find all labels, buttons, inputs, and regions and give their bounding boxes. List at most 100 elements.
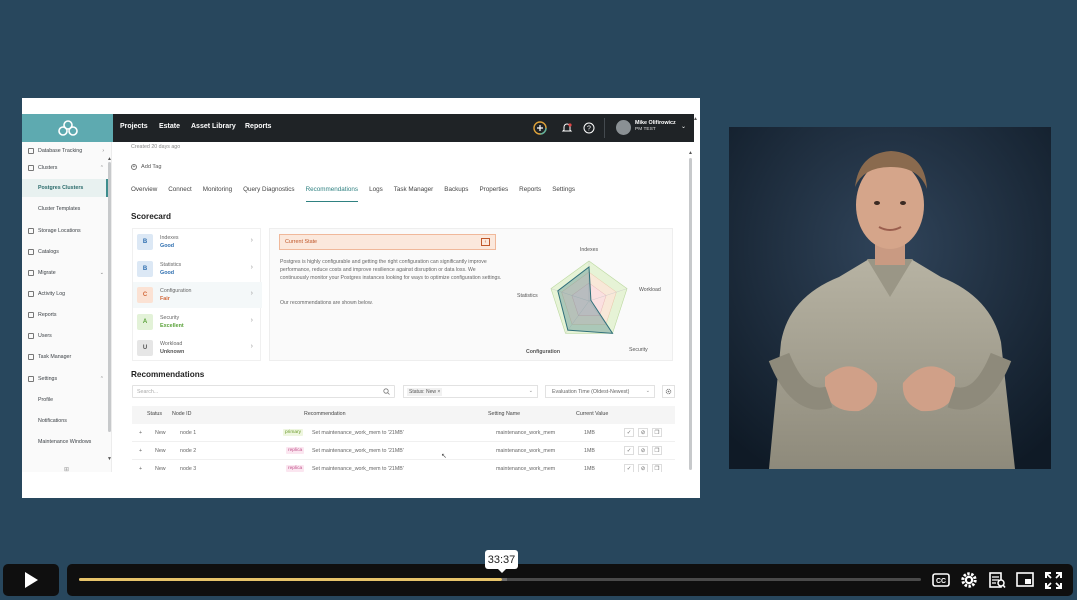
play-button[interactable] bbox=[3, 564, 59, 596]
sidebar-item-cluster-templates[interactable]: Cluster Templates bbox=[22, 200, 108, 218]
sidebar-item-settings[interactable]: Settings ⌃ bbox=[22, 370, 108, 388]
row-node-id: node 3 bbox=[180, 466, 197, 472]
chevron-down-icon[interactable]: ⌄ bbox=[681, 123, 686, 130]
apply-check-icon[interactable]: ✓ bbox=[624, 464, 634, 472]
tab-monitoring[interactable]: Monitoring bbox=[203, 186, 232, 202]
expand-row-icon[interactable]: + bbox=[139, 448, 142, 454]
transcript-icon[interactable] bbox=[987, 570, 1007, 590]
help-icon[interactable]: ? bbox=[582, 121, 596, 135]
col-status[interactable]: Status bbox=[147, 411, 162, 417]
chevron-up-icon: ⌃ bbox=[99, 376, 104, 382]
add-tag-button[interactable]: + Add Tag bbox=[131, 164, 161, 170]
activity-icon bbox=[28, 291, 34, 297]
chevron-down-icon: ⌄ bbox=[99, 270, 104, 276]
sidebar-item-storage-locations[interactable]: Storage Locations bbox=[22, 222, 108, 240]
row-recommendation: Set maintenance_work_mem to '21MB' bbox=[312, 430, 404, 436]
sidebar-item-notifications[interactable]: Notifications bbox=[22, 412, 108, 430]
scroll-up-arrow-icon[interactable]: ▲ bbox=[688, 150, 693, 156]
search-input[interactable]: Search... bbox=[132, 385, 395, 398]
tab-connect[interactable]: Connect bbox=[168, 186, 191, 202]
dismiss-icon[interactable]: ⊘ bbox=[638, 446, 648, 455]
nav-reports[interactable]: Reports bbox=[245, 123, 271, 130]
expand-row-icon[interactable]: + bbox=[139, 430, 142, 436]
scroll-down-arrow-icon[interactable]: ▼ bbox=[107, 456, 111, 462]
nav-estate[interactable]: Estate bbox=[159, 123, 180, 130]
nav-projects[interactable]: Projects bbox=[120, 123, 148, 130]
evaluation-time-sort-select[interactable]: Evaluation Time (Oldest-Newest) ⌄ bbox=[545, 385, 655, 398]
radar-label: Statistics bbox=[517, 293, 538, 299]
sidebar-scrollbar[interactable] bbox=[108, 162, 111, 432]
collapse-sidebar-icon[interactable]: ⊞ bbox=[64, 466, 69, 472]
presenter-webcam-video bbox=[729, 127, 1051, 469]
nav-asset-library[interactable]: Asset Library bbox=[191, 123, 236, 130]
col-node-id[interactable]: Node ID bbox=[172, 411, 191, 417]
copy-icon[interactable]: ❐ bbox=[652, 428, 662, 437]
sidebar-item-label: Profile bbox=[38, 397, 54, 403]
sidebar-item-catalogs[interactable]: Catalogs bbox=[22, 243, 108, 261]
sidebar-item-users[interactable]: Users bbox=[22, 327, 108, 345]
tab-settings[interactable]: Settings bbox=[552, 186, 575, 202]
tab-logs[interactable]: Logs bbox=[369, 186, 383, 202]
gear-icon[interactable] bbox=[959, 570, 979, 590]
dismiss-icon[interactable]: ⊘ bbox=[638, 464, 648, 472]
presenter-image bbox=[729, 127, 1051, 469]
tab-task-manager[interactable]: Task Manager bbox=[394, 186, 434, 202]
ai-assistant-icon[interactable] bbox=[533, 121, 547, 135]
col-current-value[interactable]: Current Value bbox=[576, 411, 608, 417]
current-state-banner: Current State ‹ bbox=[279, 234, 496, 250]
avatar[interactable] bbox=[616, 120, 631, 135]
scorecard-item-indexes[interactable]: B Indexes Good › bbox=[133, 229, 262, 255]
expand-row-icon[interactable]: + bbox=[139, 466, 142, 472]
dismiss-icon[interactable]: ⊘ bbox=[638, 428, 648, 437]
node-role-badge: primary bbox=[283, 429, 303, 436]
apply-check-icon[interactable]: ✓ bbox=[624, 446, 634, 455]
scorecard-item-configuration[interactable]: C Configuration Fair › bbox=[133, 282, 262, 309]
status-filter-chip[interactable]: Status: New × bbox=[407, 388, 443, 396]
table-row[interactable]: + New node 3 replica Set maintenance_work_me… bbox=[132, 460, 675, 472]
sidebar-item-activity-log[interactable]: Activity Log bbox=[22, 285, 108, 303]
col-setting-name[interactable]: Setting Name bbox=[488, 411, 520, 417]
sidebar-item-migrate[interactable]: Migrate ⌄ bbox=[22, 264, 108, 282]
copy-icon[interactable]: ❐ bbox=[652, 446, 662, 455]
sidebar-item-clusters[interactable]: Clusters ⌃ bbox=[22, 159, 108, 177]
fullscreen-icon[interactable] bbox=[1043, 570, 1063, 590]
sidebar-item-database-tracking[interactable]: Database Tracking › bbox=[22, 142, 108, 160]
tab-overview[interactable]: Overview bbox=[131, 186, 157, 202]
sidebar-item-label: Cluster Templates bbox=[38, 206, 81, 212]
tab-query-diagnostics[interactable]: Query Diagnostics bbox=[243, 186, 294, 202]
table-row[interactable]: + New node 2 replica Set maintenance_work_me… bbox=[132, 442, 675, 460]
row-status: New bbox=[155, 466, 166, 472]
sidebar-item-maintenance-windows[interactable]: Maintenance Windows bbox=[22, 433, 108, 451]
tab-recommendations[interactable]: Recommendations bbox=[305, 186, 359, 202]
configuration-description: Postgres is highly configurable and gett… bbox=[280, 259, 502, 281]
scorecard-list: B Indexes Good › B Statistics Good › C Configurat… bbox=[132, 228, 262, 361]
scorecard-item-statistics[interactable]: B Statistics Good › bbox=[133, 256, 262, 282]
status-filter-select[interactable]: Status: New × ⌄ bbox=[403, 385, 538, 398]
tab-reports[interactable]: Reports bbox=[519, 186, 541, 202]
row-recommendation: Set maintenance_work_mem to '21MB' bbox=[312, 448, 404, 454]
scorecard-item-workload[interactable]: U Workload Unknown › bbox=[133, 335, 262, 361]
user-name[interactable]: Mike Olifirowicz bbox=[635, 120, 676, 126]
logo-tile[interactable] bbox=[22, 114, 113, 142]
tab-properties[interactable]: Properties bbox=[479, 186, 508, 202]
table-row[interactable]: + New node 1 primary Set maintenance_work_me… bbox=[132, 424, 675, 442]
picture-in-picture-icon[interactable] bbox=[1015, 570, 1035, 590]
sidebar-item-profile[interactable]: Profile bbox=[22, 391, 108, 409]
tab-backups[interactable]: Backups bbox=[444, 186, 468, 202]
sidebar-item-task-manager[interactable]: Task Manager bbox=[22, 348, 108, 366]
chevron-right-icon: › bbox=[250, 316, 253, 324]
radar-chart: Indexes Workload Security Configuration Stat… bbox=[517, 247, 661, 355]
progress-scrubber[interactable] bbox=[79, 578, 921, 581]
closed-captions-icon[interactable]: CC bbox=[931, 570, 951, 590]
scroll-up-arrow-icon[interactable]: ▲ bbox=[693, 116, 698, 122]
col-recommendation[interactable]: Recommendation bbox=[304, 411, 346, 417]
collapse-chevron-icon[interactable]: ‹ bbox=[481, 238, 490, 246]
scorecard-item-security[interactable]: A Security Excellent › bbox=[133, 309, 262, 335]
sidebar-item-postgres-clusters[interactable]: Postgres Clusters bbox=[22, 179, 108, 197]
main-scrollbar[interactable] bbox=[689, 158, 692, 470]
sidebar-item-reports[interactable]: Reports bbox=[22, 306, 108, 324]
notifications-bell-icon[interactable] bbox=[560, 121, 574, 135]
table-settings-button[interactable] bbox=[662, 385, 675, 398]
copy-icon[interactable]: ❐ bbox=[652, 464, 662, 472]
apply-check-icon[interactable]: ✓ bbox=[624, 428, 634, 437]
